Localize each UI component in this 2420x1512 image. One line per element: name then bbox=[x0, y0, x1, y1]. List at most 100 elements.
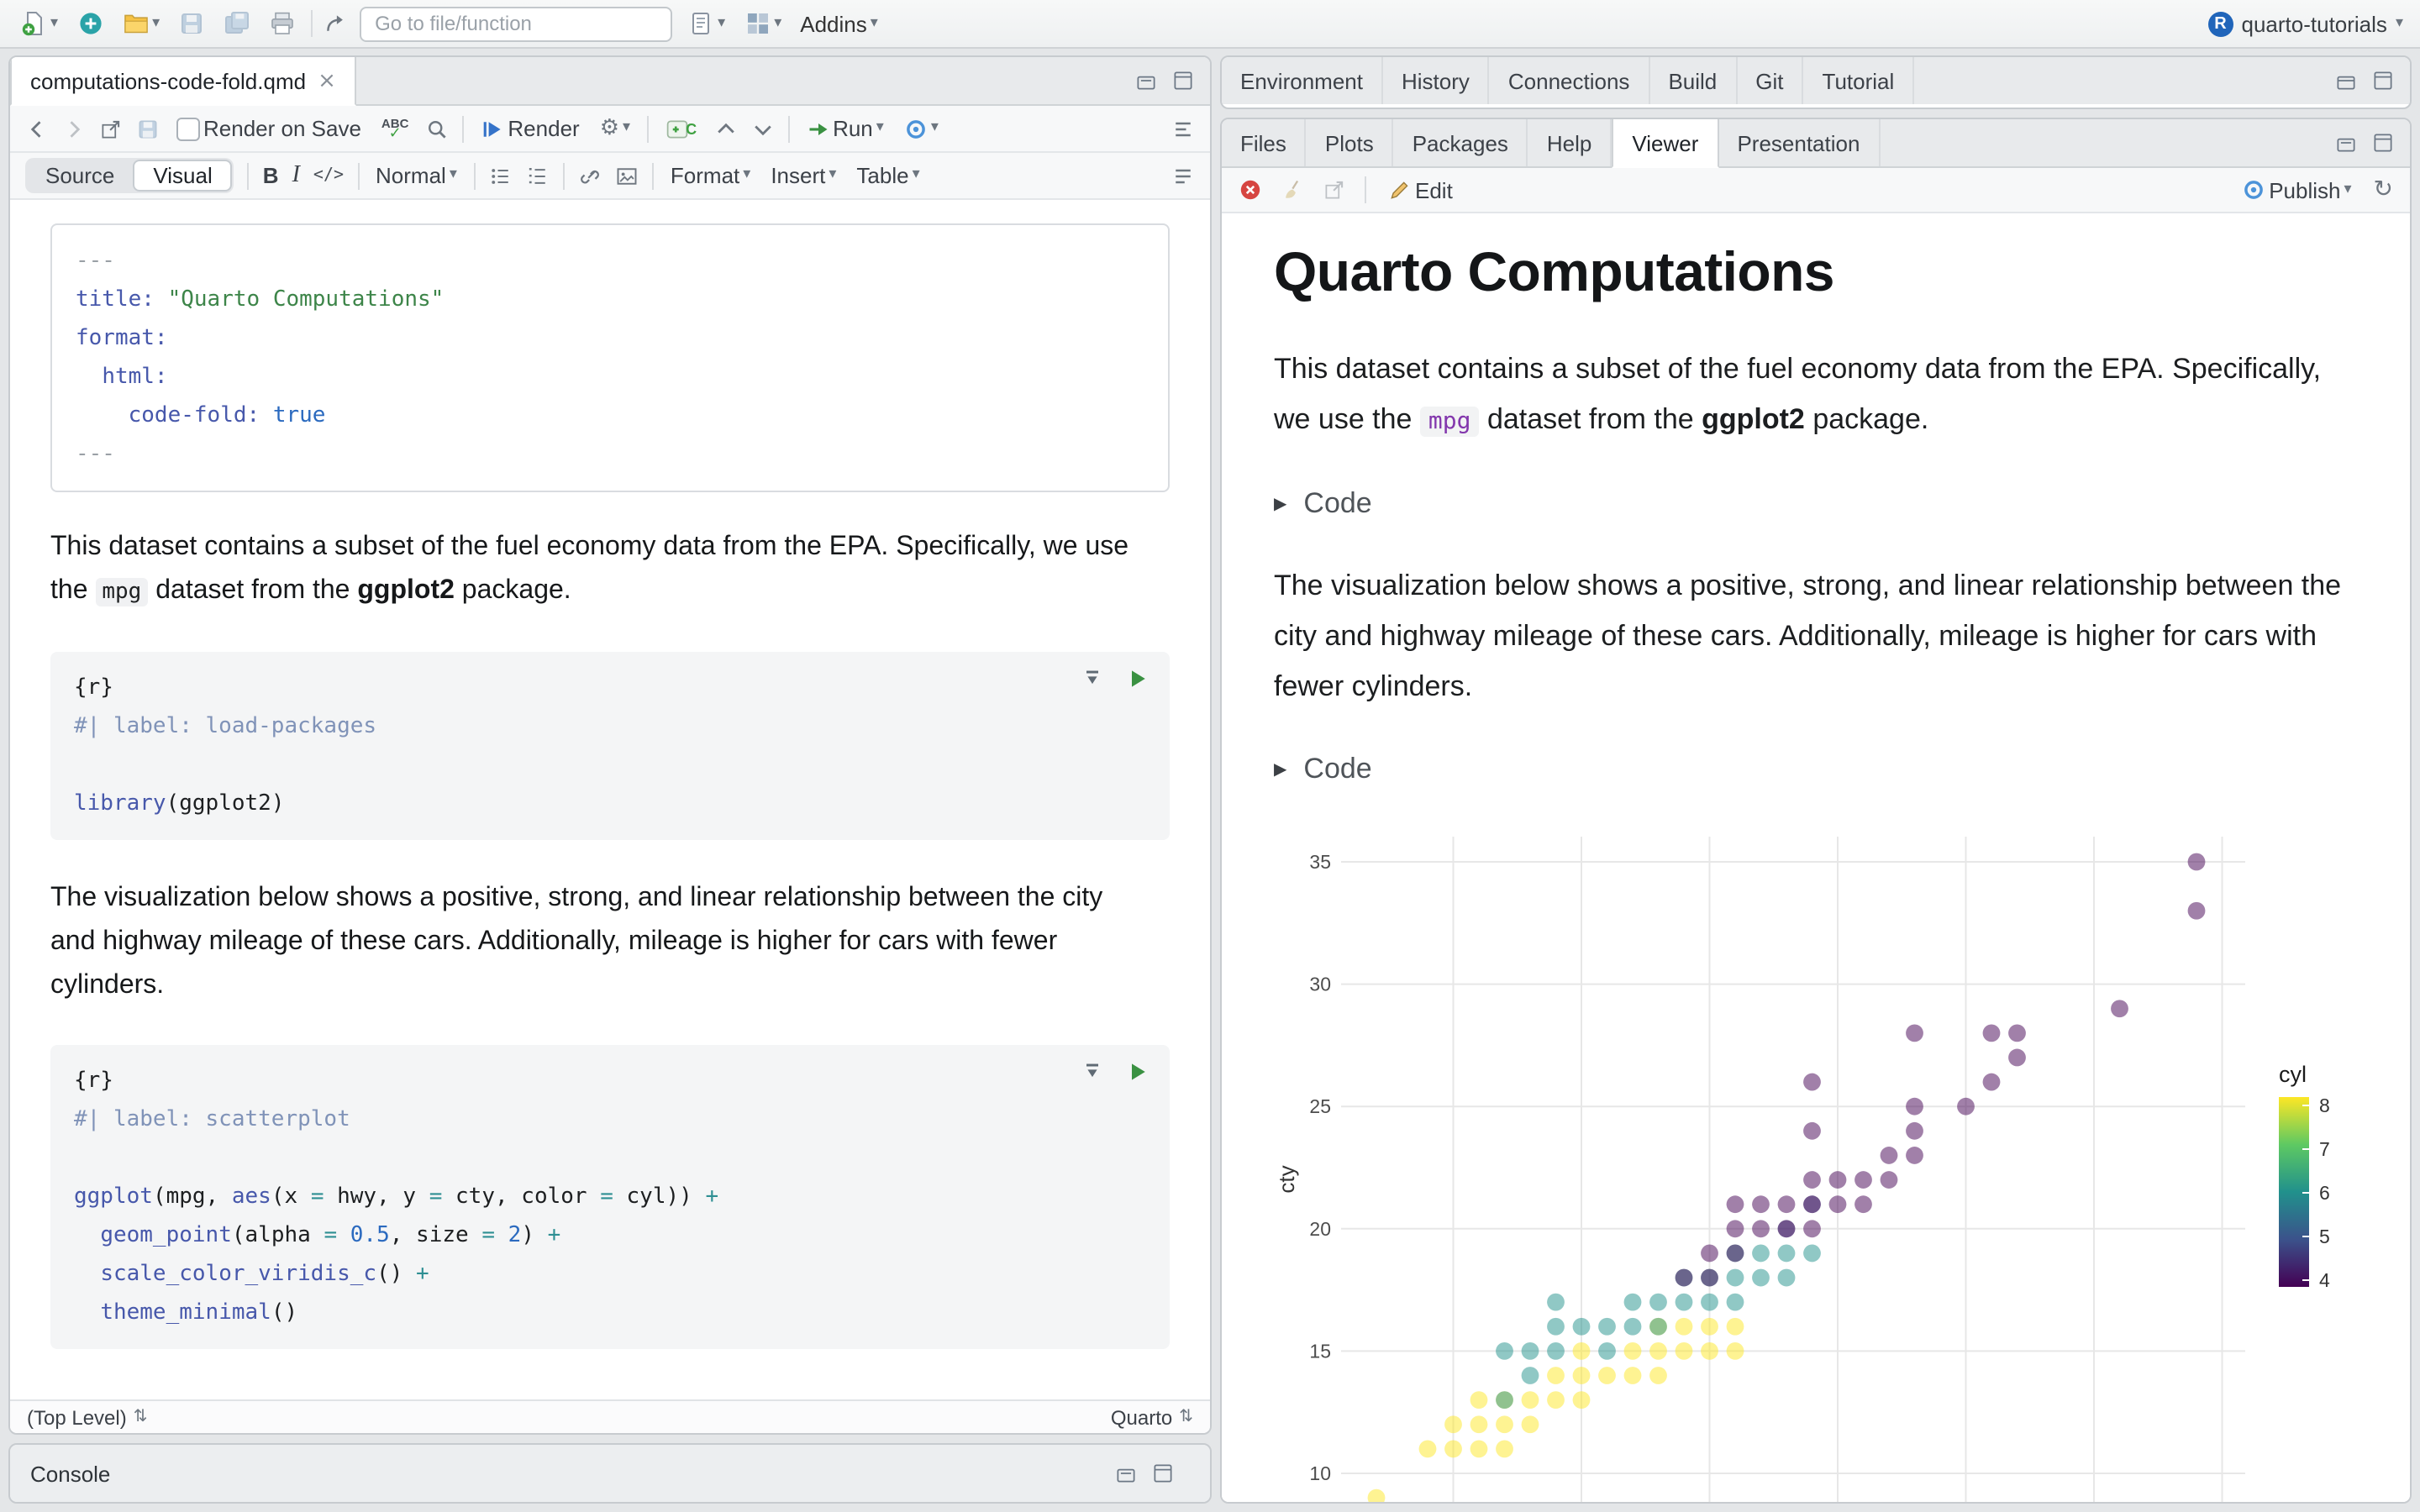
tab-history[interactable]: History bbox=[1383, 57, 1490, 104]
console-pane: Console bbox=[8, 1443, 1212, 1504]
svg-text:25: 25 bbox=[1309, 1095, 1331, 1117]
open-file-button[interactable]: ▾ bbox=[118, 8, 163, 39]
new-project-button[interactable] bbox=[73, 8, 107, 39]
render-on-save-checkbox[interactable] bbox=[176, 117, 200, 140]
format-menu[interactable]: Format ▾ bbox=[667, 161, 754, 190]
outline-toggle-icon[interactable] bbox=[1171, 117, 1195, 140]
svg-text:20: 20 bbox=[1309, 1218, 1331, 1240]
tab-viewer[interactable]: Viewer bbox=[1612, 119, 1719, 168]
doc-format-selector[interactable]: Quarto ⇅ bbox=[1111, 1405, 1193, 1429]
clear-viewer-broom-icon[interactable] bbox=[1281, 178, 1304, 202]
publish-icon bbox=[906, 119, 925, 138]
close-tab-icon[interactable]: × bbox=[318, 68, 336, 93]
forward-icon[interactable] bbox=[62, 117, 86, 140]
editor-tab[interactable]: computations-code-fold.qmd × bbox=[10, 57, 356, 106]
run-chunk-icon[interactable] bbox=[1126, 1060, 1150, 1084]
tab-packages[interactable]: Packages bbox=[1394, 119, 1528, 166]
maximize-pane-icon[interactable] bbox=[2371, 131, 2395, 155]
yaml-front-matter[interactable]: --- title: "Quarto Computations" format:… bbox=[50, 223, 1170, 492]
tab-build[interactable]: Build bbox=[1649, 57, 1738, 104]
save-all-button[interactable] bbox=[220, 8, 254, 39]
spellcheck-button[interactable]: ABC ✓ bbox=[378, 115, 413, 142]
code-chunk-scatterplot[interactable]: {r} #| label: scatterplot ggplot(mpg, ae… bbox=[50, 1045, 1170, 1349]
minimize-pane-icon[interactable] bbox=[2334, 131, 2358, 155]
render-on-save-toggle[interactable]: Render on Save bbox=[173, 114, 365, 143]
maximize-pane-icon[interactable] bbox=[2371, 69, 2395, 92]
visual-mode-button[interactable]: Visual bbox=[133, 160, 233, 192]
insert-chunk-button[interactable]: C bbox=[662, 115, 700, 142]
run-chunks-above-icon[interactable] bbox=[1081, 1060, 1104, 1084]
bold-button[interactable]: B bbox=[263, 163, 279, 188]
maximize-pane-icon[interactable] bbox=[1151, 1462, 1175, 1485]
italic-button[interactable]: I bbox=[292, 162, 300, 189]
tab-connections[interactable]: Connections bbox=[1490, 57, 1650, 104]
code-fold-label: Code bbox=[1303, 487, 1372, 519]
save-icon[interactable] bbox=[136, 117, 160, 140]
refresh-icon[interactable]: ↻ bbox=[2374, 176, 2393, 203]
search-icon[interactable] bbox=[425, 117, 449, 140]
paragraph-style-dropdown[interactable]: Normal ▾ bbox=[372, 161, 460, 190]
viewer-tabbar: Files Plots Packages Help Viewer Present… bbox=[1222, 119, 2410, 168]
numbered-list-icon[interactable] bbox=[526, 164, 550, 187]
svg-text:cty: cty bbox=[1274, 1165, 1299, 1193]
code-fold-toggle[interactable]: ▶ Code bbox=[1274, 753, 2349, 786]
render-settings-button[interactable]: ⚙ ▾ bbox=[597, 114, 634, 143]
open-in-browser-icon[interactable] bbox=[1323, 178, 1346, 202]
table-menu[interactable]: Table ▾ bbox=[853, 161, 923, 190]
restore-pane-icon[interactable] bbox=[2334, 69, 2358, 92]
tab-environment[interactable]: Environment bbox=[1222, 57, 1383, 104]
back-icon[interactable] bbox=[25, 117, 49, 140]
goto-file-input[interactable] bbox=[360, 6, 673, 41]
save-button[interactable] bbox=[175, 8, 208, 39]
next-chunk-icon[interactable] bbox=[750, 117, 774, 140]
publish-caret: ▾ bbox=[930, 119, 939, 136]
code-line: scale_color_viridis_c() + bbox=[100, 1262, 429, 1287]
popout-icon[interactable] bbox=[99, 117, 123, 140]
inline-code: mpg bbox=[95, 578, 149, 606]
run-button[interactable]: Run ▾ bbox=[802, 114, 887, 143]
tab-files[interactable]: Files bbox=[1222, 119, 1307, 166]
format-options-icon[interactable] bbox=[1171, 164, 1195, 187]
editor-status-bar: (Top Level) ⇅ Quarto ⇅ bbox=[10, 1399, 1210, 1433]
visual-editor-surface[interactable]: --- title: "Quarto Computations" format:… bbox=[10, 200, 1210, 1399]
source-publish-button[interactable]: ▾ bbox=[901, 115, 942, 142]
edit-button[interactable]: Edit bbox=[1385, 176, 1456, 204]
tab-plots[interactable]: Plots bbox=[1307, 119, 1394, 166]
code-format-button[interactable]: </> bbox=[313, 166, 344, 185]
tab-presentation[interactable]: Presentation bbox=[1718, 119, 1881, 166]
tab-help[interactable]: Help bbox=[1528, 119, 1612, 166]
code-chunk-load-packages[interactable]: {r} #| label: load-packages library(ggpl… bbox=[50, 652, 1170, 840]
right-column: Environment History Connections Build Gi… bbox=[1220, 55, 2412, 1504]
code-line: {r} bbox=[74, 1068, 113, 1094]
bullet-list-icon[interactable] bbox=[489, 164, 513, 187]
editor-pane-buttons bbox=[1119, 57, 1210, 104]
doc-text: dataset from the bbox=[1479, 403, 1702, 435]
project-menu[interactable]: R quarto-tutorials ▾ bbox=[2207, 11, 2403, 36]
compile-report-button[interactable]: ▾ bbox=[684, 8, 729, 39]
run-chunk-icon[interactable] bbox=[1126, 667, 1150, 690]
scope-selector[interactable]: (Top Level) ⇅ bbox=[27, 1405, 148, 1429]
link-icon[interactable] bbox=[578, 164, 602, 187]
viewer-publish-button[interactable]: Publish ▾ bbox=[2238, 176, 2354, 204]
pane-layout-caret: ▾ bbox=[774, 14, 782, 31]
tab-git[interactable]: Git bbox=[1737, 57, 1804, 104]
insert-menu[interactable]: Insert ▾ bbox=[767, 161, 839, 190]
minimize-pane-icon[interactable] bbox=[1114, 1462, 1138, 1485]
minimize-pane-icon[interactable] bbox=[1134, 69, 1158, 92]
image-icon[interactable] bbox=[615, 164, 639, 187]
code-fold-toggle[interactable]: ▶ Code bbox=[1274, 487, 2349, 521]
run-chunks-above-icon[interactable] bbox=[1081, 667, 1104, 690]
tab-tutorial[interactable]: Tutorial bbox=[1804, 57, 1915, 104]
new-file-button[interactable]: ▾ bbox=[17, 8, 61, 39]
discard-viewer-icon[interactable] bbox=[1239, 178, 1262, 202]
render-button[interactable]: Render bbox=[477, 114, 582, 143]
source-mode-button[interactable]: Source bbox=[27, 160, 133, 192]
prev-chunk-icon[interactable] bbox=[713, 117, 737, 140]
render-settings-caret: ▾ bbox=[623, 119, 631, 136]
pane-layout-button[interactable]: ▾ bbox=[740, 8, 785, 39]
print-button[interactable] bbox=[266, 8, 299, 39]
console-header[interactable]: Console bbox=[10, 1445, 1210, 1502]
maximize-pane-icon[interactable] bbox=[1171, 69, 1195, 92]
addins-menu[interactable]: Addins ▾ bbox=[797, 9, 881, 38]
